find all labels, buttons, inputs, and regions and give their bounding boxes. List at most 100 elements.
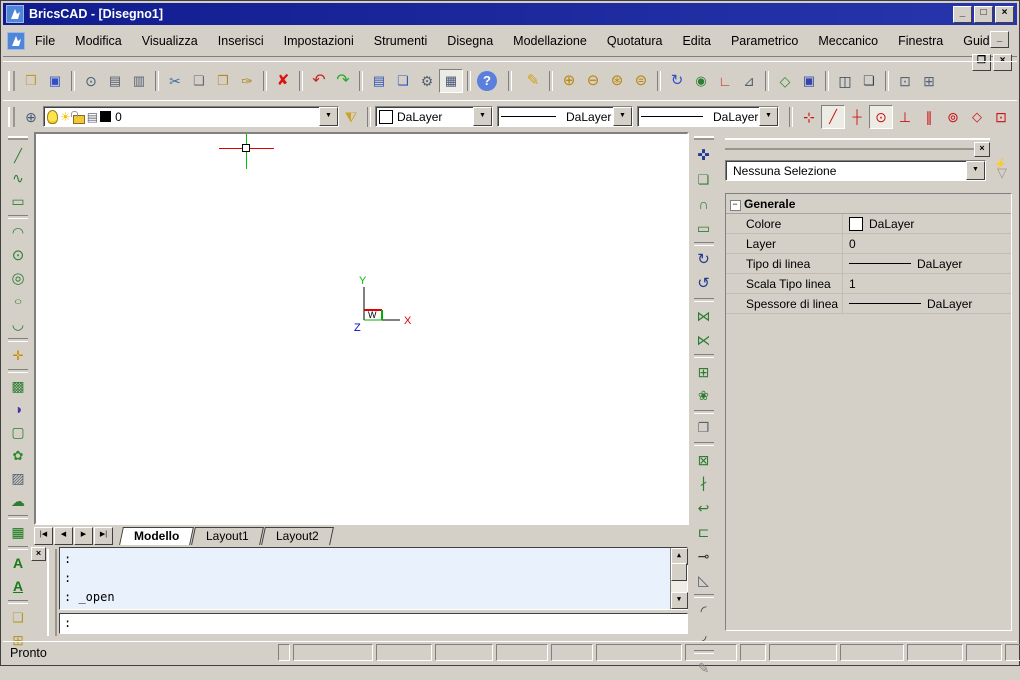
property-value[interactable]: 1 [843,277,1011,291]
point-icon[interactable]: ✛ [6,344,30,367]
entity-group-icon[interactable]: ⊡ [893,69,917,93]
menu-item-visualizza[interactable]: Visualizza [132,31,208,51]
panel-close-button[interactable]: × [974,142,990,157]
command-history[interactable]: : : : _open ▲ ▼ [59,547,688,610]
delete-icon[interactable]: ✘ [271,69,295,93]
status-cell[interactable] [907,644,963,661]
layer-states-icon[interactable]: ⧨ [339,105,363,129]
command-close-button[interactable]: × [31,547,46,561]
redline-icon[interactable]: ✎ [521,69,545,93]
status-cell[interactable] [840,644,904,661]
mirror-3d-icon[interactable]: ⋉ [692,328,716,352]
rectangle-icon[interactable]: ▭ [6,190,30,213]
tile-windows-icon[interactable]: ◫ [833,69,857,93]
menu-item-impostazioni[interactable]: Impostazioni [274,31,364,51]
tab-last-button[interactable]: ▶| [94,527,113,545]
tab-first-button[interactable]: |◀ [34,527,53,545]
new-window-icon[interactable]: ❏ [857,69,881,93]
drawing-explorer-icon[interactable]: ▦ [439,69,463,93]
command-input[interactable]: : [59,613,688,634]
snap-center-icon[interactable]: ⊙ [869,105,893,129]
menu-item-parametrico[interactable]: Parametrico [721,31,808,51]
match-properties-icon[interactable]: ✑ [235,69,259,93]
snap-parallel-icon[interactable]: ∥ [917,105,941,129]
move-icon[interactable]: ✜ [692,144,716,168]
save-icon[interactable]: ▣ [43,69,67,93]
status-cell[interactable] [551,644,593,661]
layer-combo[interactable]: ☀ ▤ 0 ▼ [43,106,339,127]
status-cell[interactable] [435,644,493,661]
dropdown-arrow-icon[interactable]: ▼ [613,107,632,126]
line-icon[interactable]: ╱ [6,144,30,167]
status-cell[interactable] [293,644,373,661]
circle-icon[interactable]: ⊙ [6,244,30,267]
collapse-icon[interactable]: − [730,200,741,211]
rotate-3d-icon[interactable]: ↺ [692,272,716,296]
gradient-icon[interactable]: ◑ [6,398,30,421]
color-combo[interactable]: DaLayer ▼ [375,106,493,127]
cut-icon[interactable]: ✂ [163,69,187,93]
break-icon[interactable]: ⊸ [692,544,716,568]
copy-nested-icon[interactable]: ❐ [692,416,716,440]
selection-combo[interactable]: Nessuna Selezione ▼ [725,160,986,181]
scroll-down-icon[interactable]: ▼ [671,592,688,609]
snap-perpendicular-icon[interactable]: ⊥ [893,105,917,129]
lineweight-combo[interactable]: DaLayer ▼ [637,106,779,127]
paste-icon[interactable]: ❐ [211,69,235,93]
zoom-out-icon[interactable]: ⊖ [581,69,605,93]
zoom-window-icon[interactable]: ⊛ [605,69,629,93]
trim-icon[interactable]: ⊠ [692,448,716,472]
polyline-icon[interactable]: ∿ [6,167,30,190]
ucs-tool-icon[interactable]: ∟ [713,69,737,93]
panel-gripper[interactable]: × [725,138,990,150]
status-cell[interactable] [769,644,837,661]
toolbar-gripper[interactable] [694,136,714,140]
menu-item-inserisci[interactable]: Inserisci [208,31,274,51]
snap-midpoint-icon[interactable]: ┼ [845,105,869,129]
pedit-close-icon[interactable]: ↩ [692,496,716,520]
rotate-icon[interactable]: ↻ [692,248,716,272]
menu-item-file[interactable]: File [25,31,65,51]
stretch-icon[interactable]: ▭ [692,216,716,240]
entity-ungroup-icon[interactable]: ⊞ [917,69,941,93]
menu-item-edita[interactable]: Edita [672,31,721,51]
menu-item-modellazione[interactable]: Modellazione [503,31,597,51]
fillet-icon[interactable]: ◜ [692,600,716,624]
linetype-combo[interactable]: DaLayer ▼ [497,106,633,127]
snap-insertion-icon[interactable]: ⊡ [989,105,1013,129]
explode-icon[interactable]: ◺ [692,568,716,592]
real-time-orbit-icon[interactable]: ↻ [665,69,689,93]
pedit-open-icon[interactable]: ⊏ [692,520,716,544]
named-views-icon[interactable]: ▣ [797,69,821,93]
array-3d-icon[interactable]: ❀ [692,384,716,408]
quick-select-icon[interactable]: ⚡ ▽ [994,162,1012,180]
render-icon[interactable]: ⊿ [737,69,761,93]
menu-item-meccanico[interactable]: Meccanico [808,31,888,51]
tab-next-button[interactable]: ▶ [74,527,93,545]
app-icon[interactable] [6,5,24,23]
status-cell[interactable] [1005,644,1020,661]
menu-item-quotatura[interactable]: Quotatura [597,31,673,51]
offset-icon[interactable]: ∩ [692,192,716,216]
tab-modello[interactable]: Modello [119,527,194,545]
menu-item-modifica[interactable]: Modifica [65,31,132,51]
scrollbar-thumb[interactable] [671,563,687,581]
dropdown-arrow-icon[interactable]: ▼ [319,107,338,126]
status-cell[interactable] [596,644,682,661]
menu-item-disegna[interactable]: Disegna [437,31,503,51]
minimize-button[interactable]: _ [953,6,972,23]
snap-endpoint-icon[interactable]: ╱ [821,105,845,129]
zoom-in-icon[interactable]: ⊕ [557,69,581,93]
plot-icon[interactable]: ▥ [127,69,151,93]
close-button[interactable]: × [995,6,1014,23]
copy-entities-icon[interactable]: ❏ [692,168,716,192]
layer-explorer-icon[interactable]: ⊕ [19,105,43,129]
dropdown-arrow-icon[interactable]: ▼ [966,161,985,180]
child-minimize-button[interactable]: _ [990,31,1009,48]
sheet-set-icon[interactable]: ❏ [391,69,415,93]
tab-layout2[interactable]: Layout2 [261,527,334,545]
command-scrollbar[interactable]: ▲ ▼ [670,548,687,609]
status-cell[interactable] [496,644,548,661]
text-icon[interactable]: A [6,552,30,575]
status-cell[interactable] [966,644,1002,661]
